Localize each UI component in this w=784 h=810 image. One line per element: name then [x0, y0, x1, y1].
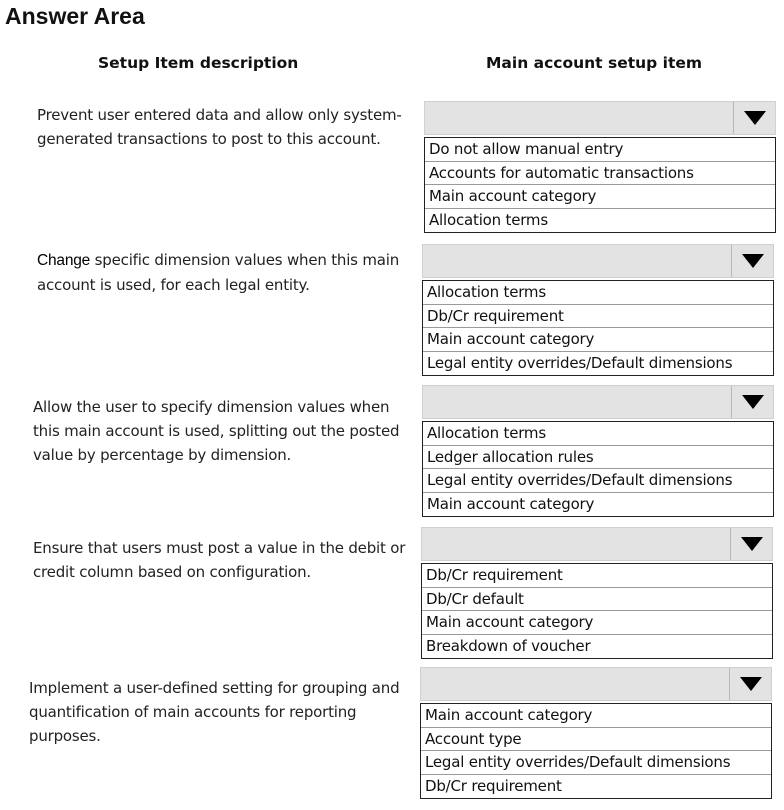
option[interactable]: Main account category	[425, 185, 775, 209]
dropdown-2-toggle[interactable]	[731, 245, 773, 277]
option[interactable]: Db/Cr default	[422, 588, 772, 611]
main-account-setup-item-header: Main account setup item	[486, 54, 703, 72]
dropdown-4-options: Db/Cr requirement Db/Cr default Main acc…	[421, 563, 773, 659]
dropdown-1-options: Do not allow manual entry Accounts for a…	[424, 137, 776, 233]
triangle-down-icon	[741, 395, 764, 409]
description-1: Prevent user entered data and allow only…	[37, 106, 402, 148]
option[interactable]: Account type	[421, 728, 771, 751]
option[interactable]: Allocation terms	[423, 281, 773, 305]
dropdown-1-toggle[interactable]	[733, 102, 775, 134]
description-2: Change specific dimension values when th…	[37, 248, 422, 297]
dropdown-2-select[interactable]	[422, 244, 774, 278]
description-5: Implement a user-defined setting for gro…	[29, 679, 400, 745]
answer-area-title: Answer Area	[5, 3, 145, 29]
dropdown-3-toggle[interactable]	[731, 386, 773, 418]
option[interactable]: Main account category	[423, 328, 773, 352]
option[interactable]: Allocation terms	[423, 422, 773, 446]
description-2-rest: specific dimension values when this main…	[37, 251, 400, 294]
dropdown-5-select[interactable]	[420, 667, 772, 701]
dropdown-3-select[interactable]	[422, 385, 774, 419]
option[interactable]: Db/Cr requirement	[423, 305, 773, 328]
option[interactable]: Allocation terms	[425, 209, 775, 233]
option[interactable]: Breakdown of voucher	[422, 635, 772, 659]
option[interactable]: Main account category	[422, 611, 772, 635]
description-4: Ensure that users must post a value in t…	[33, 539, 406, 581]
setup-item-description-header: Setup Item description	[98, 54, 299, 72]
dropdown-3-options: Allocation terms Ledger allocation rules…	[422, 421, 774, 517]
dropdown-5-options: Main account category Account type Legal…	[420, 703, 772, 799]
option[interactable]: Ledger allocation rules	[423, 446, 773, 469]
option[interactable]: Do not allow manual entry	[425, 138, 775, 162]
triangle-down-icon	[743, 111, 766, 125]
option[interactable]: Db/Cr requirement	[421, 775, 771, 799]
dropdown-4-select[interactable]	[421, 527, 773, 561]
option[interactable]: Legal entity overrides/Default dimension…	[423, 469, 773, 493]
description-2-lead: Change	[37, 252, 91, 269]
description-3: Allow the user to specify dimension valu…	[33, 398, 400, 464]
option[interactable]: Legal entity overrides/Default dimension…	[423, 352, 773, 376]
triangle-down-icon	[740, 537, 763, 551]
option[interactable]: Db/Cr requirement	[422, 564, 772, 588]
triangle-down-icon	[739, 677, 762, 691]
option[interactable]: Accounts for automatic transactions	[425, 162, 775, 185]
dropdown-1-select[interactable]	[424, 101, 776, 135]
triangle-down-icon	[741, 254, 764, 268]
option[interactable]: Legal entity overrides/Default dimension…	[421, 751, 771, 775]
dropdown-4-toggle[interactable]	[730, 528, 772, 560]
option[interactable]: Main account category	[423, 493, 773, 517]
dropdown-5-toggle[interactable]	[729, 668, 771, 700]
dropdown-2-options: Allocation terms Db/Cr requirement Main …	[422, 280, 774, 376]
option[interactable]: Main account category	[421, 704, 771, 728]
